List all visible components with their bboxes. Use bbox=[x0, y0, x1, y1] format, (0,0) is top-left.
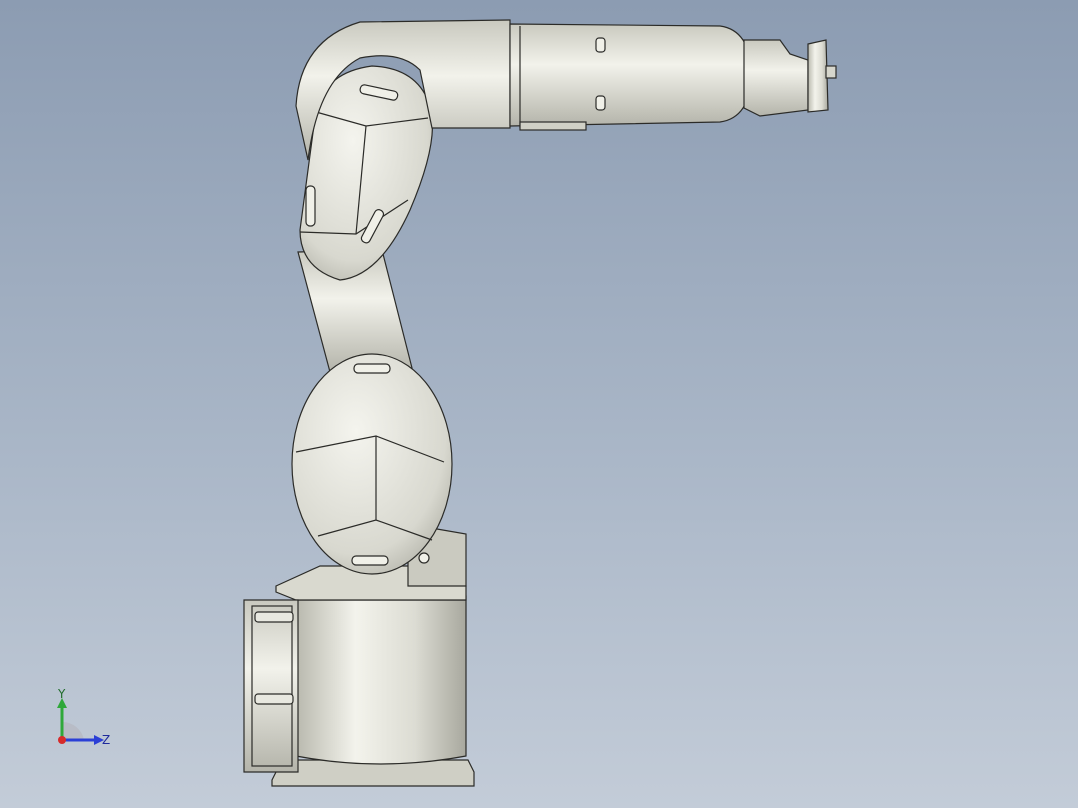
base-cylinder bbox=[295, 587, 467, 765]
graphics-viewport[interactable]: Y Z bbox=[0, 0, 1078, 808]
forearm-tube bbox=[509, 23, 753, 127]
y-axis-label: Y bbox=[58, 687, 66, 701]
x-axis-dot bbox=[58, 736, 66, 744]
wrist-housing bbox=[743, 39, 809, 117]
z-axis-label: Z bbox=[102, 733, 111, 747]
shoulder-joint bbox=[291, 353, 453, 575]
tool-flange bbox=[807, 39, 829, 113]
robot-geometry bbox=[243, 19, 837, 787]
robot-arm-model[interactable] bbox=[0, 0, 1078, 808]
